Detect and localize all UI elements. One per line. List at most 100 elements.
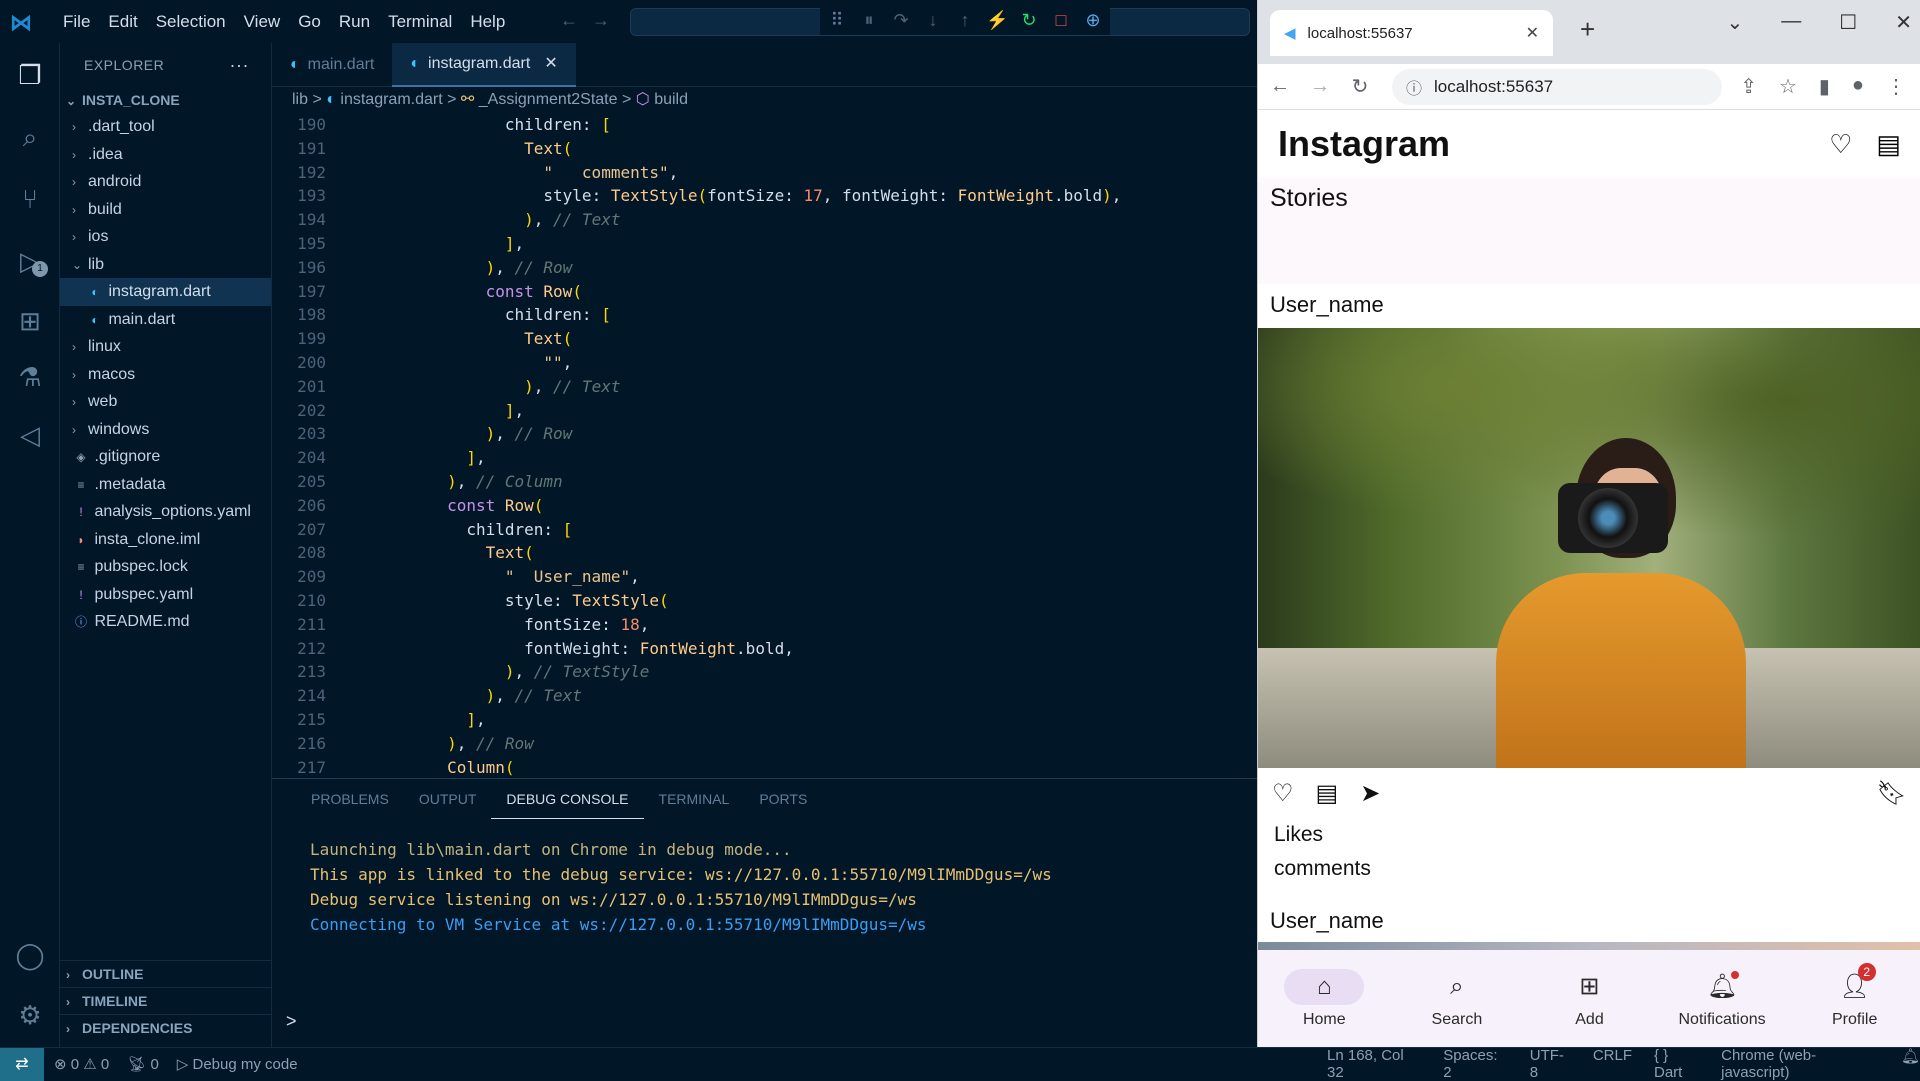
code-line[interactable]: 217 Column( bbox=[272, 756, 1257, 778]
nav-add[interactable]: ⊞ Add bbox=[1534, 969, 1644, 1029]
tree-item[interactable]: ◐ main.dart bbox=[60, 306, 271, 334]
tree-item[interactable]: › ios bbox=[60, 223, 271, 251]
source-control-icon[interactable]: ⑂ bbox=[14, 183, 46, 215]
code-line[interactable]: 190 children: [ bbox=[272, 113, 1257, 137]
code-line[interactable]: 198 children: [ bbox=[272, 303, 1257, 327]
bookmark-icon[interactable]: 🔖︎ bbox=[1877, 779, 1907, 808]
panel-tab[interactable]: PROBLEMS bbox=[296, 779, 404, 819]
menu-item[interactable]: Terminal bbox=[379, 0, 461, 43]
code-line[interactable]: 210 style: TextStyle( bbox=[272, 589, 1257, 613]
devtools-icon[interactable]: ⊕ bbox=[1082, 10, 1104, 31]
tree-item[interactable]: ◈ .gitignore bbox=[60, 443, 271, 471]
ports-count[interactable]: 📡︎ 0 bbox=[127, 1055, 159, 1073]
code-line[interactable]: 203 ), // Row bbox=[272, 422, 1257, 446]
breadcrumb-method[interactable]: build bbox=[654, 91, 688, 108]
explorer-icon[interactable]: ❐ bbox=[14, 59, 46, 91]
code-line[interactable]: 205 ), // Column bbox=[272, 470, 1257, 494]
like-icon[interactable]: ♡ bbox=[1272, 779, 1294, 808]
heart-icon[interactable]: ♡ bbox=[1829, 129, 1852, 160]
menu-item[interactable]: Go bbox=[289, 0, 330, 43]
close-tab-icon[interactable]: ✕ bbox=[544, 42, 557, 86]
line-ending[interactable]: CRLF bbox=[1593, 1047, 1632, 1081]
tree-item[interactable]: ≡ pubspec.lock bbox=[60, 553, 271, 581]
comment-icon[interactable]: ▤ bbox=[1316, 779, 1339, 808]
panel-tab[interactable]: PORTS bbox=[744, 779, 822, 819]
tree-item[interactable]: › web bbox=[60, 388, 271, 416]
editor-tab[interactable]: ◐ main.dart bbox=[272, 43, 392, 87]
problems-count[interactable]: ⊗ 0 ⚠ 0 bbox=[54, 1055, 109, 1073]
console-prompt[interactable]: > bbox=[286, 1011, 297, 1032]
code-line[interactable]: 193 style: TextStyle(fontSize: 17, fontW… bbox=[272, 184, 1257, 208]
tree-item[interactable]: › .idea bbox=[60, 141, 271, 169]
tree-item[interactable]: ! pubspec.yaml bbox=[60, 581, 271, 609]
omnibox[interactable]: ⓘ localhost:55637 bbox=[1392, 69, 1722, 105]
more-actions-icon[interactable]: ··· bbox=[230, 55, 249, 76]
tree-item[interactable]: › android bbox=[60, 168, 271, 196]
code-line[interactable]: 214 ), // Text bbox=[272, 684, 1257, 708]
step-into-icon[interactable]: ↓ bbox=[922, 10, 944, 31]
code-line[interactable]: 209 " User_name", bbox=[272, 565, 1257, 589]
nav-arrows[interactable]: ←→ bbox=[560, 10, 624, 31]
testing-icon[interactable]: ⚗ bbox=[14, 361, 46, 393]
timeline-section[interactable]: › TIMELINE bbox=[60, 987, 272, 1014]
cursor-position[interactable]: Ln 168, Col 32 bbox=[1327, 1047, 1421, 1081]
panel-tab[interactable]: DEBUG CONSOLE bbox=[491, 779, 644, 819]
code-line[interactable]: 202 ], bbox=[272, 399, 1257, 423]
nav-profile[interactable]: 👤︎ 2 Profile bbox=[1800, 962, 1910, 1029]
code-editor[interactable]: 190 children: [191 Text(192 " comments",… bbox=[272, 113, 1257, 778]
tree-item[interactable]: ⓘ README.md bbox=[60, 608, 271, 636]
nav-notifications[interactable]: 🔔︎ Notifications bbox=[1667, 969, 1777, 1029]
side-panel-icon[interactable]: ▮ bbox=[1819, 74, 1830, 99]
back-icon[interactable]: ← bbox=[1260, 75, 1300, 98]
chrome-menu-icon[interactable]: ⋮ bbox=[1886, 74, 1906, 99]
code-line[interactable]: 194 ), // Text bbox=[272, 208, 1257, 232]
outline-section[interactable]: › OUTLINE bbox=[60, 960, 272, 987]
bookmark-star-icon[interactable]: ☆ bbox=[1779, 74, 1797, 99]
code-line[interactable]: 213 ), // TextStyle bbox=[272, 660, 1257, 684]
code-line[interactable]: 211 fontSize: 18, bbox=[272, 613, 1257, 637]
menu-item[interactable]: Run bbox=[330, 0, 379, 43]
device-selector[interactable]: Chrome (web-javascript) bbox=[1721, 1047, 1879, 1081]
minimize-icon[interactable]: — bbox=[1781, 10, 1801, 35]
profile-icon[interactable]: ● bbox=[1852, 74, 1864, 99]
project-root[interactable]: ⌄ INSTA_CLONE bbox=[60, 87, 271, 113]
code-line[interactable]: 208 Text( bbox=[272, 541, 1257, 565]
send-icon[interactable]: ➤ bbox=[1360, 779, 1380, 808]
extensions-icon[interactable]: ⊞ bbox=[14, 305, 46, 337]
menu-item[interactable]: Help bbox=[461, 0, 514, 43]
tree-item[interactable]: ⌄ lib bbox=[60, 251, 271, 279]
site-info-icon[interactable]: ⓘ bbox=[1406, 75, 1422, 99]
stop-icon[interactable]: □ bbox=[1050, 10, 1072, 31]
close-window-icon[interactable]: ✕ bbox=[1895, 10, 1912, 35]
nav-home[interactable]: ⌂ Home bbox=[1269, 968, 1379, 1029]
step-over-icon[interactable]: ↷ bbox=[890, 10, 912, 31]
step-out-icon[interactable]: ↑ bbox=[954, 10, 976, 31]
forward-icon[interactable]: → bbox=[1300, 75, 1340, 98]
dependencies-section[interactable]: › DEPENDENCIES bbox=[60, 1014, 272, 1041]
run-debug-icon[interactable]: ▷ 1 bbox=[14, 245, 48, 277]
search-icon[interactable]: ⌕ bbox=[14, 121, 46, 153]
tree-item[interactable]: › linux bbox=[60, 333, 271, 361]
code-line[interactable]: 191 Text( bbox=[272, 137, 1257, 161]
tree-item[interactable]: › macos bbox=[60, 361, 271, 389]
tree-item[interactable]: › .dart_tool bbox=[60, 113, 271, 141]
language-mode[interactable]: { } Dart bbox=[1654, 1047, 1699, 1081]
indentation[interactable]: Spaces: 2 bbox=[1443, 1047, 1507, 1081]
code-line[interactable]: 200 "", bbox=[272, 351, 1257, 375]
breadcrumb-class[interactable]: _Assignment2State bbox=[479, 91, 618, 108]
code-line[interactable]: 197 const Row( bbox=[272, 280, 1257, 304]
debug-config[interactable]: ▷ Debug my code bbox=[177, 1055, 298, 1073]
breadcrumb-lib[interactable]: lib bbox=[292, 91, 308, 108]
new-tab-icon[interactable]: + bbox=[1580, 14, 1595, 45]
breadcrumb-file[interactable]: instagram.dart bbox=[340, 91, 442, 108]
hot-reload-icon[interactable]: ⚡ bbox=[986, 10, 1008, 31]
code-line[interactable]: 196 ), // Row bbox=[272, 256, 1257, 280]
nav-search[interactable]: ⌕ Search bbox=[1402, 969, 1512, 1029]
code-line[interactable]: 206 const Row( bbox=[272, 494, 1257, 518]
tree-item[interactable]: ◐ instagram.dart bbox=[60, 278, 271, 306]
maximize-icon[interactable]: ☐ bbox=[1839, 10, 1857, 35]
code-line[interactable]: 207 children: [ bbox=[272, 518, 1257, 542]
encoding[interactable]: UTF-8 bbox=[1530, 1047, 1571, 1081]
restart-icon[interactable]: ↻ bbox=[1018, 10, 1040, 31]
tree-item[interactable]: ≡ .metadata bbox=[60, 471, 271, 499]
